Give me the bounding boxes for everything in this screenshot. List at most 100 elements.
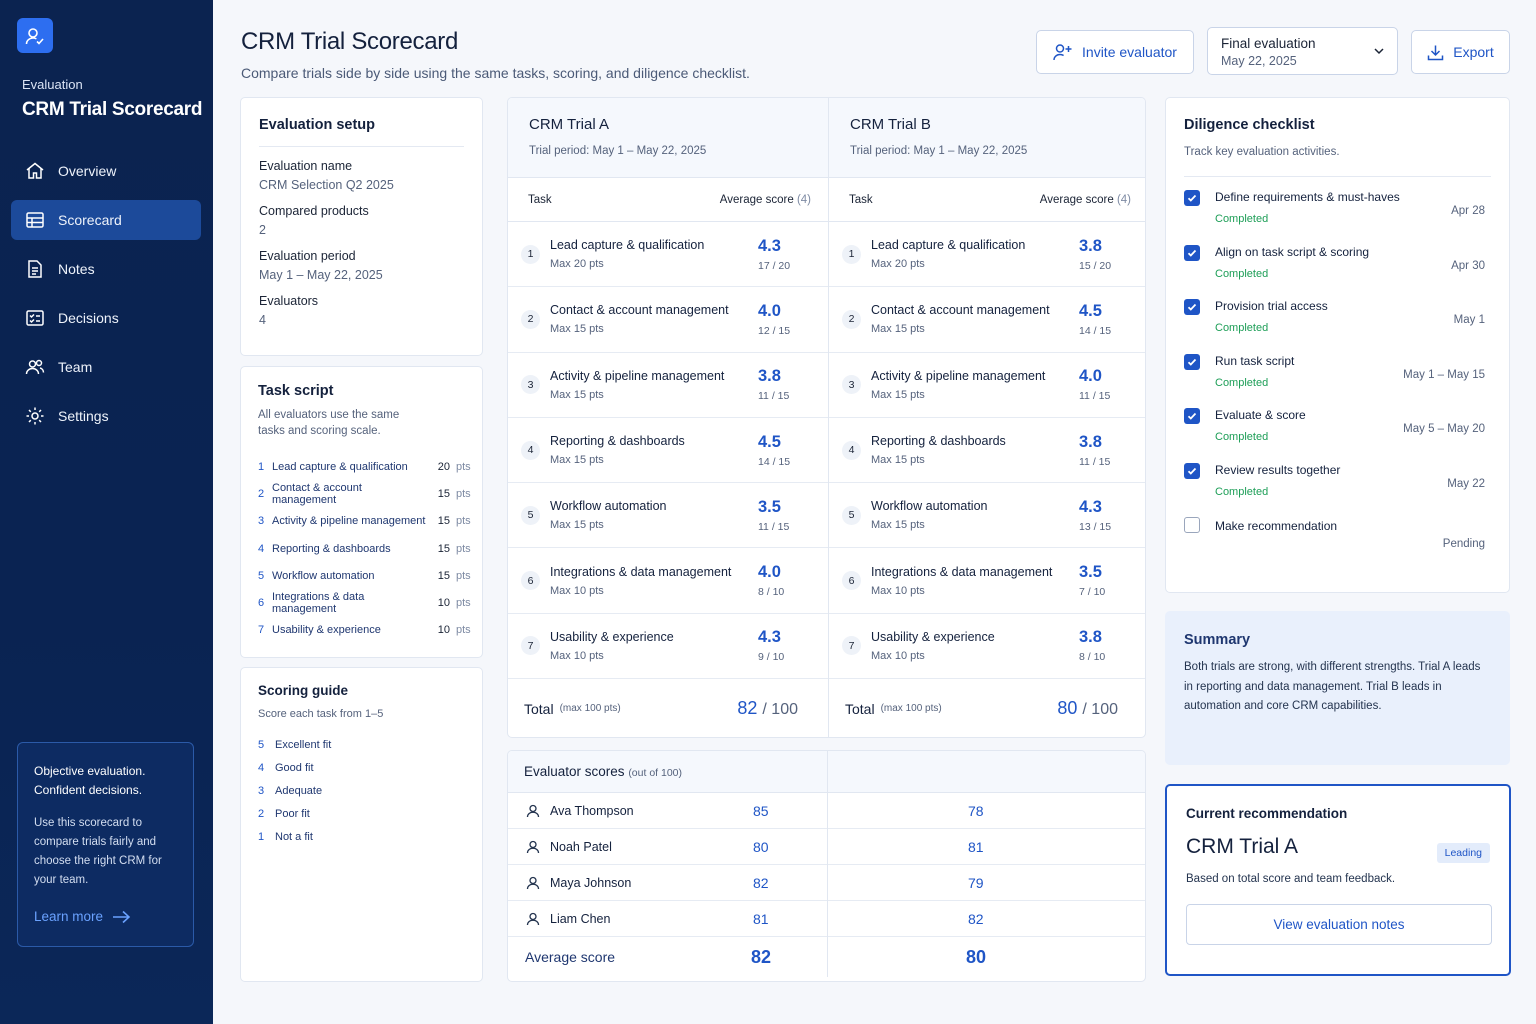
view-evaluation-notes-button[interactable]: View evaluation notes (1186, 904, 1492, 945)
task-points-unit: pts (456, 569, 471, 582)
evaluation-select[interactable]: Final evaluation May 22, 2025 (1207, 27, 1398, 75)
summary-body: Both trials are strong, with different s… (1184, 661, 1481, 712)
task-number-badge: 3 (842, 375, 861, 395)
checkbox-checked[interactable] (1184, 299, 1200, 315)
sidebar-item-decisions[interactable]: Decisions (11, 298, 201, 338)
task-max: Max 15 pts (550, 323, 604, 336)
total-out-of: / 100 (762, 701, 798, 719)
sidebar-eyebrow: Evaluation (22, 77, 83, 92)
sidebar-card-line2: Confident decisions. (34, 783, 143, 797)
setup-field-value: May 1 – May 22, 2025 (259, 268, 383, 282)
checkbox-checked[interactable] (1184, 353, 1200, 370)
average-score: 4.3 (758, 628, 781, 647)
checkbox-checked[interactable] (1184, 190, 1200, 206)
sidebar-item-settings[interactable]: Settings (11, 396, 201, 436)
app-logo-icon[interactable] (17, 18, 53, 53)
task-script-list: 1 Lead capture & qualification 20 pts 2 Cont… (258, 453, 475, 644)
trial-column-b: CRM Trial B Trial period: May 1 – May 22… (828, 98, 1145, 737)
task-points-unit: pts (456, 542, 471, 555)
task-name: Integrations & data management (272, 591, 365, 616)
task-number-badge: 5 (842, 505, 861, 525)
trial-name: CRM Trial A (529, 116, 610, 133)
checkbox-checked[interactable] (1184, 408, 1200, 424)
task-name: Usability & experience (550, 629, 674, 644)
task-name: Usability & experience (871, 629, 995, 644)
recommendation-card: Current recommendation CRM Trial A Leadi… (1165, 784, 1511, 976)
table-row: 3 Activity & pipeline management Max 15 pt… (829, 353, 1145, 418)
score-level: 4 (258, 761, 265, 774)
export-label: Export (1453, 44, 1494, 60)
learn-more-link[interactable]: Learn more (34, 909, 177, 924)
sidebar-item-overview[interactable]: Overview (11, 151, 201, 191)
checklist-date: May 1 (1453, 314, 1485, 326)
setup-field-label: Evaluators (259, 294, 319, 308)
checklist-label: Review results together (1215, 462, 1341, 477)
table-row: 6 Integrations & data management Max 10 pt… (829, 548, 1145, 614)
checkbox-unchecked[interactable] (1184, 517, 1200, 533)
trial-period: Trial period: May 1 – May 22, 2025 (850, 145, 1028, 157)
sidebar-item-notes[interactable]: Notes (11, 249, 201, 289)
task-max: Max 20 pts (550, 258, 604, 271)
score-level: 1 (258, 830, 265, 843)
trial-header: CRM Trial A Trial period: May 1 – May 22… (508, 98, 828, 178)
table-row: Noah Patel 80 81 (508, 828, 1145, 865)
scorecard-icon (24, 209, 46, 231)
team-icon (24, 356, 46, 378)
evaluation-select-label: Final evaluation (1221, 36, 1316, 51)
sidebar-item-team[interactable]: Team (11, 347, 201, 387)
average-score: 3.8 (1079, 236, 1102, 255)
score-level: 5 (258, 738, 265, 751)
checkbox-checked[interactable] (1184, 244, 1200, 261)
table-row: 4 Reporting & dashboards Max 15 pts 4.5 14 /… (508, 418, 828, 484)
checklist-date: May 1 – May 15 (1403, 368, 1485, 381)
evaluator-scores-title-text: Evaluator scores (524, 764, 625, 779)
user-icon (526, 876, 540, 889)
list-item: 7 Usability & experience 10 pts (258, 617, 475, 644)
table-header: Task Average score (4) (508, 178, 828, 222)
task-name: Workflow automation (272, 569, 375, 582)
list-item: 2 Poor fit (258, 802, 465, 825)
total-max: (max 100 pts) (880, 703, 942, 715)
export-button[interactable]: Export (1411, 30, 1510, 74)
total-max: (max 100 pts) (559, 703, 621, 715)
evaluation-setup-card: Evaluation setup Evaluation name CRM Sel… (240, 97, 483, 356)
column-header-task: Task (528, 193, 552, 206)
checklist-status: Completed (1215, 322, 1269, 334)
task-max: Max 15 pts (871, 388, 925, 401)
checklist-label: Evaluate & score (1215, 408, 1306, 422)
total-row: Total (max 100 pts) 82 / 100 (508, 679, 828, 737)
points-earned: 8 / 10 (1079, 651, 1106, 664)
invite-evaluator-button[interactable]: Invite evaluator (1036, 30, 1194, 74)
task-name: Reporting & dashboards (871, 434, 1006, 449)
task-script-title: Task script (258, 383, 334, 399)
task-points: 20 (437, 460, 450, 473)
sidebar-item-label: Notes (58, 261, 95, 277)
sidebar: Evaluation CRM Trial Scorecard Overview … (0, 0, 213, 1024)
check-icon (1187, 194, 1197, 202)
sidebar-item-label: Scorecard (58, 212, 122, 228)
checklist-status-pending: Pending (1442, 538, 1485, 550)
checklist-label: Provision trial access (1215, 299, 1328, 313)
sidebar-item-label: Overview (58, 163, 117, 179)
points-earned: 12 / 15 (758, 324, 791, 337)
table-row: 6 Integrations & data management Max 10 pt… (508, 548, 828, 614)
task-number-badge: 4 (842, 440, 861, 460)
task-points: 15 (437, 487, 450, 500)
evaluator-name-cell: Ava Thompson (508, 804, 713, 818)
task-max: Max 15 pts (871, 323, 925, 336)
list-item: 6 Integrations & data management 10 pts (258, 589, 475, 616)
column-header-score-label: Average score (1039, 193, 1114, 206)
total-label: Total (845, 700, 875, 717)
list-item: 5 Workflow automation 15 pts (258, 562, 475, 589)
checkbox-checked[interactable] (1184, 462, 1200, 479)
table-header: Task Average score (4) (829, 178, 1145, 222)
checklist-item: Review results together Completed May 22 (1184, 456, 1491, 511)
checklist-status: Completed (1215, 485, 1269, 498)
task-name: Contact & account management (871, 303, 1050, 318)
column-header-score: Average score (4) (720, 194, 811, 206)
arrow-right-icon (113, 910, 131, 923)
sidebar-item-scorecard[interactable]: Scorecard (11, 200, 201, 240)
sidebar-item-label: Team (58, 359, 93, 375)
setup-field: Evaluators 4 (259, 294, 464, 327)
user-icon (526, 912, 540, 925)
